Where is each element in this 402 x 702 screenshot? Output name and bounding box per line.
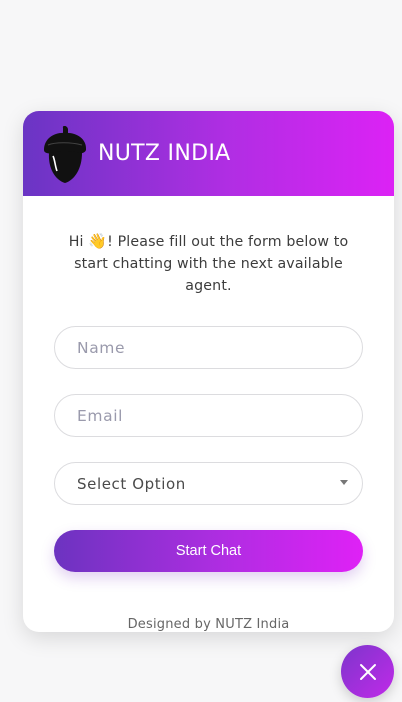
wave-icon: 👋: [88, 232, 108, 250]
intro-message: Hi 👋! Please fill out the form below to …: [54, 230, 363, 297]
close-icon: [359, 663, 376, 680]
chat-body: Hi 👋! Please fill out the form below to …: [23, 196, 394, 632]
chat-header: NUTZ INDIA: [23, 111, 394, 196]
chevron-down-icon: [340, 480, 348, 485]
brand-name: NUTZ INDIA: [98, 141, 231, 166]
email-input[interactable]: [54, 394, 363, 437]
start-chat-button[interactable]: Start Chat: [54, 530, 363, 572]
footer-credit: Designed by NUTZ India: [127, 617, 290, 632]
intro-text: ! Please fill out the form below to star…: [74, 234, 349, 294]
acorn-icon: [44, 125, 87, 183]
intro-greeting: Hi: [68, 234, 89, 250]
option-select-value: Select Option: [77, 474, 186, 493]
name-input[interactable]: [54, 326, 363, 369]
close-chat-button[interactable]: [341, 645, 394, 698]
chat-widget: NUTZ INDIA Hi 👋! Please fill out the for…: [23, 111, 394, 632]
option-select[interactable]: Select Option: [54, 462, 363, 505]
